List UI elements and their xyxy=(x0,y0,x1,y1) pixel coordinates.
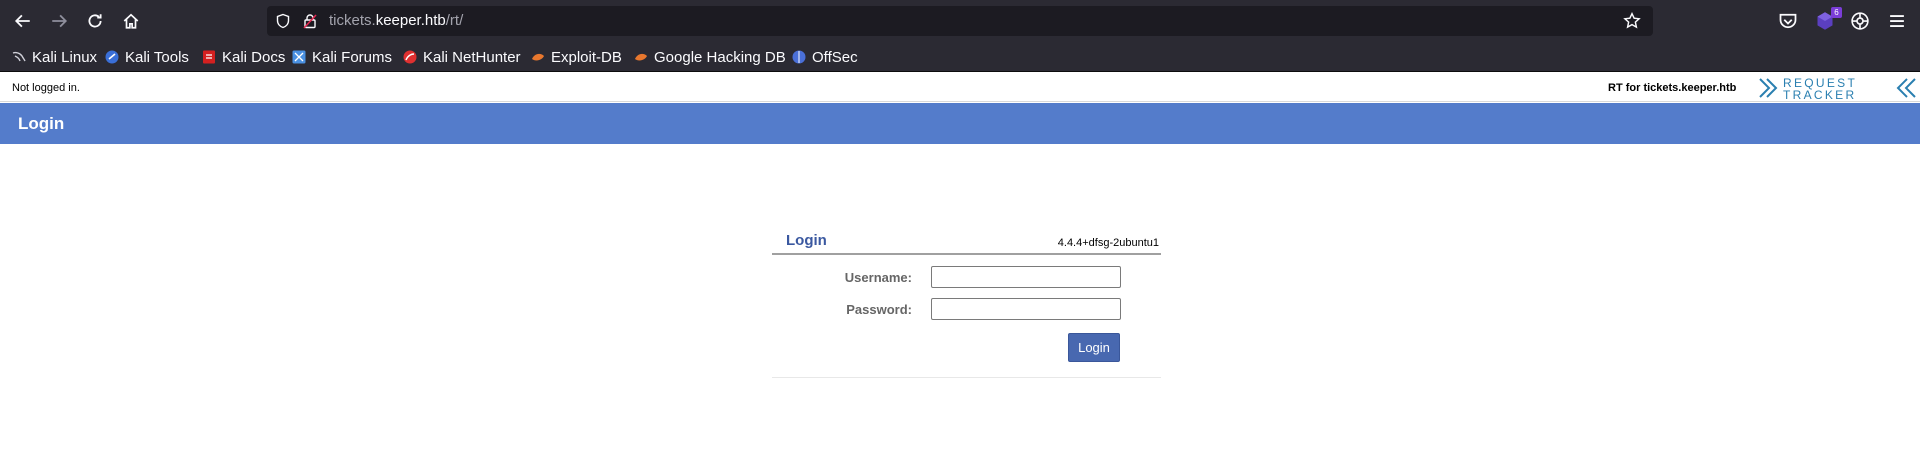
bookmark-google-hacking-db[interactable]: Google Hacking DB xyxy=(634,48,786,66)
bookmarks-toolbar: Kali Linux Kali Tools Kali Docs Kali For… xyxy=(0,42,1920,72)
kali-nethunter-icon xyxy=(403,50,417,64)
bookmark-star-icon[interactable] xyxy=(1623,12,1641,30)
forward-button[interactable] xyxy=(47,9,71,33)
rt-page: Not logged in. RT for tickets.keeper.htb… xyxy=(0,72,1920,426)
bookmark-label: Kali Forums xyxy=(312,48,393,66)
forward-arrow-icon xyxy=(52,14,68,28)
back-arrow-icon xyxy=(14,14,30,28)
login-box-title: Login xyxy=(786,232,827,249)
bookmark-label: Kali Linux xyxy=(32,48,98,66)
bookmark-kali-nethunter[interactable]: Kali NetHunter xyxy=(403,48,521,66)
home-icon xyxy=(123,13,139,29)
password-label: Password: xyxy=(846,302,912,317)
insecure-lock-icon[interactable] xyxy=(302,13,318,29)
bookmark-exploit-db[interactable]: Exploit-DB xyxy=(531,48,622,66)
url-text[interactable]: tickets.keeper.htb/rt/ xyxy=(329,12,463,29)
exploit-db-icon xyxy=(532,53,544,61)
offsec-icon xyxy=(792,50,806,64)
login-status: Not logged in. xyxy=(12,82,80,94)
url-path: /rt/ xyxy=(445,12,464,29)
tracking-protection-shield-icon[interactable] xyxy=(275,13,291,29)
bookmark-label: OffSec xyxy=(812,48,858,66)
page-title: Login xyxy=(18,114,65,133)
kali-docs-icon xyxy=(203,50,215,64)
kali-tools-icon xyxy=(105,50,119,64)
bookmark-label: Kali NetHunter xyxy=(423,48,521,66)
account-icon[interactable] xyxy=(1850,11,1870,31)
reload-icon xyxy=(88,14,102,28)
bookmark-kali-forums[interactable]: Kali Forums xyxy=(292,48,392,66)
bookmark-label: Kali Tools xyxy=(125,48,189,66)
url-host-prefix: tickets. xyxy=(329,12,376,29)
logo-line-tracker: TRACKER xyxy=(1783,88,1856,102)
bookmark-label: Kali Docs xyxy=(222,48,286,66)
login-box-bottom-divider xyxy=(772,377,1161,378)
google-hacking-db-icon xyxy=(635,53,647,61)
back-button[interactable] xyxy=(11,9,35,33)
kali-forums-icon xyxy=(292,50,306,64)
login-button[interactable]: Login xyxy=(1068,333,1120,362)
kali-linux-icon xyxy=(12,51,26,62)
bookmark-kali-linux[interactable]: Kali Linux xyxy=(12,48,97,66)
bookmark-label: Google Hacking DB xyxy=(654,48,786,66)
bookmark-kali-tools[interactable]: Kali Tools xyxy=(105,48,189,66)
pocket-icon[interactable] xyxy=(1778,11,1798,31)
login-box: Login 4.4.4+dfsg-2ubuntu1 Username: Pass… xyxy=(772,232,1161,450)
request-tracker-logo[interactable]: REQUEST TRACKER xyxy=(1758,74,1918,102)
bookmark-kali-docs[interactable]: Kali Docs xyxy=(202,48,285,66)
browser-toolbar: tickets.keeper.htb/rt/ 6 xyxy=(0,0,1920,42)
home-button[interactable] xyxy=(119,9,143,33)
extension-badge: 6 xyxy=(1831,7,1842,18)
rt-instance-name: RT for tickets.keeper.htb xyxy=(1608,82,1737,94)
rt-top-bar: Not logged in. RT for tickets.keeper.htb… xyxy=(0,72,1920,102)
bookmark-label: Exploit-DB xyxy=(551,48,622,66)
rt-version: 4.4.4+dfsg-2ubuntu1 xyxy=(1057,237,1159,249)
username-input[interactable] xyxy=(931,266,1121,288)
login-box-header: Login 4.4.4+dfsg-2ubuntu1 xyxy=(772,232,1161,255)
url-host-main: keeper.htb xyxy=(375,12,446,29)
menu-icon[interactable] xyxy=(1887,11,1907,31)
reload-button[interactable] xyxy=(83,9,107,33)
username-label: Username: xyxy=(844,270,912,285)
page-title-bar: Login xyxy=(0,103,1920,144)
password-input[interactable] xyxy=(931,298,1121,320)
url-bar[interactable]: tickets.keeper.htb/rt/ xyxy=(267,6,1653,36)
bookmark-offsec[interactable]: OffSec xyxy=(792,48,858,66)
